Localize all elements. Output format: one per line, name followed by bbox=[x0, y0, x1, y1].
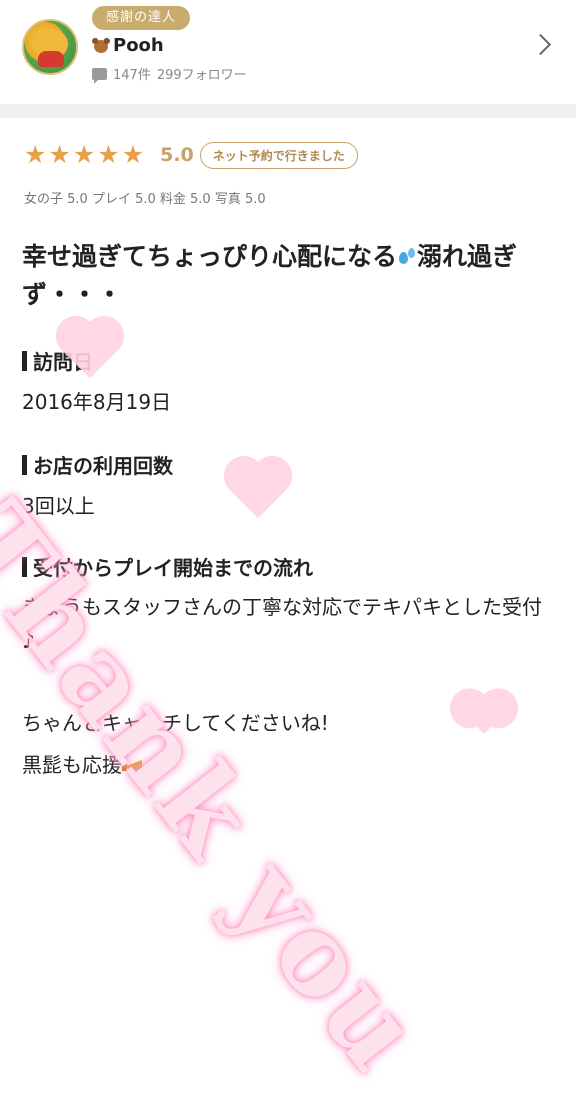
star-icon: ★ bbox=[24, 140, 47, 169]
reviewer-name[interactable]: Pooh bbox=[92, 35, 164, 56]
reviewer-badge: 感謝の達人 bbox=[92, 6, 191, 30]
posts-count: 147件 bbox=[113, 68, 151, 83]
reservation-chip: ネット予約で行きました bbox=[199, 141, 358, 169]
visit-date-section: 訪問日 2016年8月19日 bbox=[22, 346, 171, 419]
bear-icon bbox=[92, 37, 110, 54]
visits-value: 3回以上 bbox=[22, 494, 95, 518]
megaphone-icon bbox=[122, 757, 148, 777]
reviewer-stats: 147件 299フォロワー bbox=[92, 64, 247, 84]
body-line-2: ちゃんとキャッチしてくださいね! bbox=[22, 711, 329, 735]
reviewer-header[interactable]: 感謝の達人 Pooh 147件 299フォロワー bbox=[0, 0, 576, 104]
review-title: 幸せ過ぎてちょっぴり心配になる 溺れ過ぎず・・・ bbox=[22, 238, 552, 314]
heart-decoration bbox=[229, 461, 287, 519]
sub-ratings: 女の子 5.0 プレイ 5.0 料金 5.0 写真 5.0 bbox=[24, 192, 266, 207]
flow-text: きょうもスタッフさんの丁寧な対応でテキパキとした受付♪ bbox=[22, 595, 542, 653]
star-rating: ★ ★ ★ ★ ★ bbox=[24, 140, 144, 170]
flow-label: 受付からプレイ開始までの流れ bbox=[33, 556, 313, 580]
rating-row: ★ ★ ★ ★ ★ 5.0 ネット予約で行きました bbox=[24, 140, 358, 170]
body-line-3: 黒髭も応援 bbox=[22, 748, 552, 782]
pooh-avatar[interactable] bbox=[22, 19, 78, 75]
sweat-drops-icon bbox=[397, 248, 417, 268]
flow-section: 受付からプレイ開始までの流れ bbox=[22, 552, 313, 581]
visit-date-value: 2016年8月19日 bbox=[22, 390, 172, 414]
star-icon: ★ bbox=[121, 140, 145, 169]
star-icon: ★ bbox=[97, 140, 120, 169]
visits-section: お店の利用回数 3回以上 bbox=[22, 450, 173, 523]
chevron-right-icon[interactable] bbox=[529, 33, 552, 56]
section-divider bbox=[0, 104, 576, 118]
reviewer-name-text: Pooh bbox=[113, 35, 164, 56]
visit-date-label: 訪問日 bbox=[33, 350, 93, 374]
star-icon: ★ bbox=[72, 140, 96, 169]
comment-icon bbox=[92, 67, 107, 84]
followers-count: 299フォロワー bbox=[156, 68, 247, 83]
star-icon: ★ bbox=[48, 140, 71, 169]
rating-score: 5.0 bbox=[160, 144, 194, 166]
review-title-part1: 幸せ過ぎてちょっぴり心配になる bbox=[22, 242, 398, 271]
visits-label: お店の利用回数 bbox=[33, 454, 173, 478]
